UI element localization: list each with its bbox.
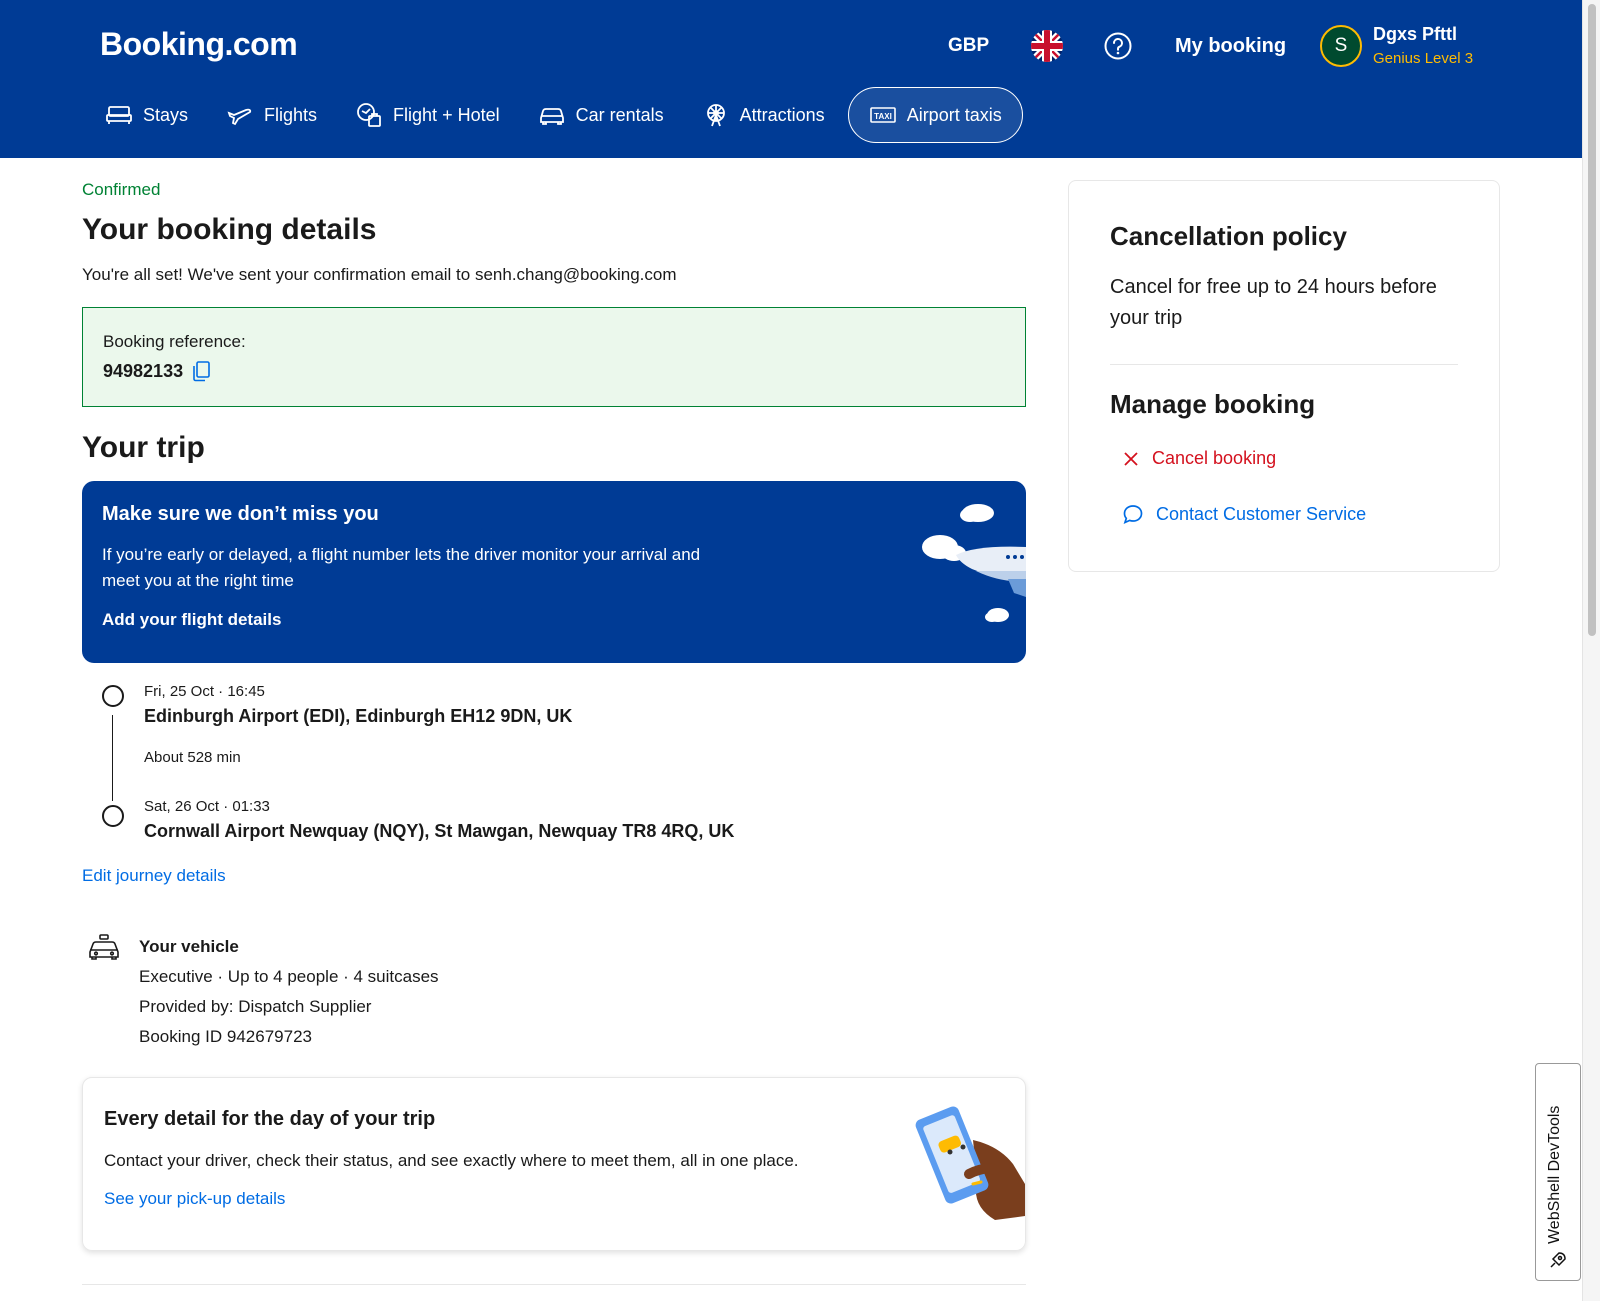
cancel-booking-label: Cancel booking xyxy=(1152,448,1277,468)
vehicle-section: Your vehicle Executive · Up to 4 people … xyxy=(82,932,1026,1052)
edit-journey-link[interactable]: Edit journey details xyxy=(82,866,1026,886)
devtools-label: WebShell DevTools xyxy=(1546,1105,1563,1244)
cancel-booking-button[interactable]: Cancel booking xyxy=(1110,448,1458,469)
trip-card-text: Contact your driver, check their status,… xyxy=(104,1151,799,1170)
banner-text: If you’re early or delayed, a flight num… xyxy=(102,545,701,590)
vehicle-details: Executive · Up to 4 people · 4 suitcases xyxy=(139,967,439,986)
dropoff-location: Cornwall Airport Newquay (NQY), St Mawga… xyxy=(144,821,735,841)
dropoff-dot xyxy=(102,805,124,827)
nav-label: Stays xyxy=(143,104,189,125)
pickup-dot xyxy=(102,685,124,707)
cancellation-policy-text: Cancel for free up to 24 hours before yo… xyxy=(1110,276,1437,329)
section-divider xyxy=(82,1284,1026,1285)
banner-title: Make sure we don’t miss you xyxy=(102,503,379,525)
nav-label: Car rentals xyxy=(575,104,664,125)
manage-booking-title: Manage booking xyxy=(1110,389,1316,419)
dropoff-time: Sat, 26 Oct · 01:33 xyxy=(144,798,270,815)
phone-hand-illustration xyxy=(915,1106,1025,1220)
bed-icon xyxy=(106,106,132,124)
user-account-button[interactable]: S xyxy=(1320,22,1362,70)
svg-text:TAXI: TAXI xyxy=(874,112,892,121)
vehicle-booking-id: Booking ID 942679723 xyxy=(139,1027,312,1046)
nav-label: Flight + Hotel xyxy=(393,104,500,125)
status-badge: Confirmed xyxy=(82,180,161,199)
nav-label: Attractions xyxy=(739,104,825,125)
copy-icon[interactable] xyxy=(191,360,211,382)
booking-reference-number: 94982133 xyxy=(103,360,184,381)
car-icon xyxy=(539,108,564,125)
plane-icon xyxy=(227,108,252,126)
attractions-icon xyxy=(706,104,725,127)
booking-sidebar: Cancellation policy Cancel for free up t… xyxy=(1068,180,1500,572)
nav-attractions[interactable]: Attractions xyxy=(687,87,840,143)
airplane-clouds-illustration xyxy=(922,504,1026,622)
pickup-time: Fri, 25 Oct · 16:45 xyxy=(144,683,265,700)
see-pickup-details-link[interactable]: See your pick-up details xyxy=(104,1189,1004,1209)
contact-customer-service-label: Contact Customer Service xyxy=(1156,503,1367,524)
day-of-trip-card: Every detail for the day of your trip Co… xyxy=(82,1077,1026,1251)
nav-stays[interactable]: Stays xyxy=(90,87,203,143)
help-icon xyxy=(1104,32,1132,60)
journey-timeline: Fri, 25 Oct · 16:45 Edinburgh Airport (E… xyxy=(82,683,1026,842)
timeline-line xyxy=(112,715,113,801)
help-button[interactable] xyxy=(1103,22,1133,70)
webshell-devtools-tab[interactable]: WebShell DevTools xyxy=(1535,1063,1581,1281)
pickup-location: Edinburgh Airport (EDI), Edinburgh EH12 … xyxy=(144,706,573,726)
nav-label: Airport taxis xyxy=(906,104,1002,125)
chat-bubble-icon xyxy=(1123,505,1143,525)
nav-flights[interactable]: Flights xyxy=(211,87,332,143)
currency-selector[interactable]: GBP xyxy=(948,22,989,70)
genius-level: Genius Level 3 xyxy=(1373,50,1474,67)
contact-customer-service-button[interactable]: Contact Customer Service xyxy=(1110,503,1458,525)
add-flight-details-link[interactable]: Add your flight details xyxy=(102,610,1006,630)
vehicle-provider: Provided by: Dispatch Supplier xyxy=(139,997,372,1016)
taxi-car-icon xyxy=(89,934,119,960)
journey-duration: About 528 min xyxy=(144,749,241,766)
trip-section-title: Your trip xyxy=(82,431,205,464)
rocket-icon xyxy=(1550,1252,1566,1268)
booking-reference-box: Booking reference: 94982133 xyxy=(82,307,1026,407)
cancellation-policy-title: Cancellation policy xyxy=(1110,221,1347,251)
uk-flag-icon xyxy=(1031,30,1063,62)
flight-details-banner: Make sure we don’t miss you If you’re ea… xyxy=(82,481,1026,663)
user-name[interactable]: Dgxs Pfttl xyxy=(1373,24,1457,45)
avatar: S xyxy=(1320,25,1362,67)
vehicle-title: Your vehicle xyxy=(139,937,239,956)
pickup-stop: Fri, 25 Oct · 16:45 Edinburgh Airport (E… xyxy=(82,683,1026,766)
page-scrollbar[interactable] xyxy=(1582,0,1600,1301)
sidebar-divider xyxy=(1110,364,1458,365)
scrollbar-thumb[interactable] xyxy=(1588,4,1596,636)
top-header: Booking.com GBP My booking S Dgxs Pfttl … xyxy=(0,0,1582,158)
dropoff-stop: Sat, 26 Oct · 01:33 Cornwall Airport New… xyxy=(82,798,1026,842)
confirmation-message: You're all set! We've sent your confirma… xyxy=(82,265,677,284)
booking-reference-label: Booking reference: xyxy=(103,332,246,351)
trip-card-title: Every detail for the day of your trip xyxy=(104,1108,436,1130)
flight-hotel-icon xyxy=(357,103,381,127)
booking-reference: 94982133 xyxy=(103,360,1005,382)
nav-flight-hotel[interactable]: Flight + Hotel xyxy=(340,87,515,143)
booking-logo[interactable]: Booking.com xyxy=(100,26,298,63)
nav-airport-taxis[interactable]: TAXI Airport taxis xyxy=(847,87,1023,143)
nav-car-rentals[interactable]: Car rentals xyxy=(523,87,679,143)
nav-label: Flights xyxy=(264,104,318,125)
my-booking-link[interactable]: My booking xyxy=(1175,22,1286,70)
page-title: Your booking details xyxy=(82,213,377,246)
taxi-icon: TAXI xyxy=(869,107,896,123)
language-selector[interactable] xyxy=(1030,22,1064,70)
main-content: Confirmed Your booking details You're al… xyxy=(82,180,1026,1251)
product-nav: Stays Flights Flight + Hotel Car rentals… xyxy=(90,87,1023,143)
close-icon xyxy=(1124,451,1138,466)
